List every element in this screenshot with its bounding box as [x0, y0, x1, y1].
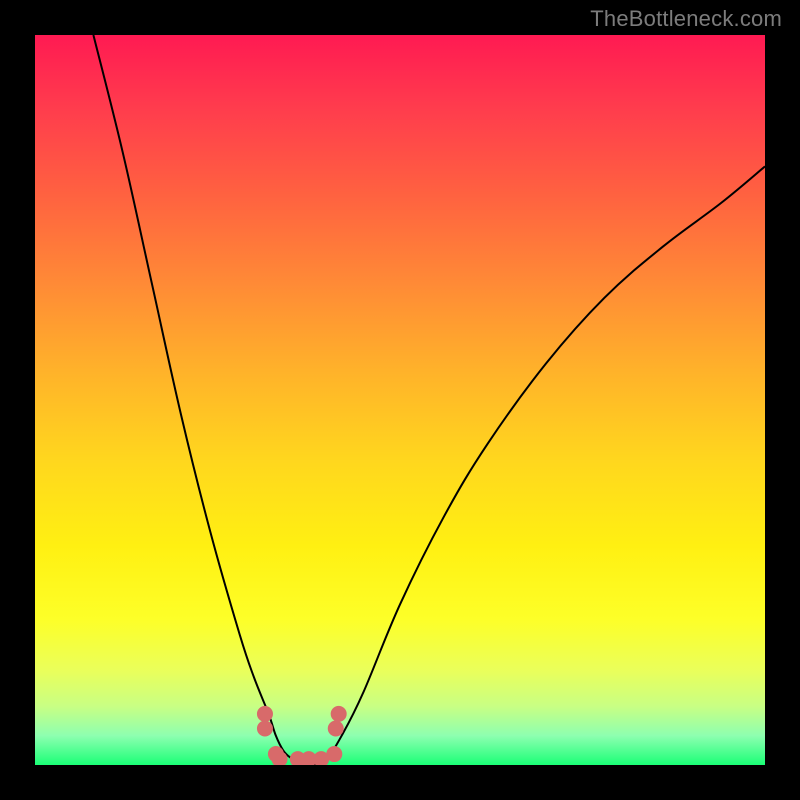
valley-marker [257, 721, 273, 737]
valley-marker [257, 706, 273, 722]
watermark-text: TheBottleneck.com [590, 6, 782, 32]
chart-frame: TheBottleneck.com [0, 0, 800, 800]
valley-marker [326, 746, 342, 762]
valley-marker [331, 706, 347, 722]
valley-marker-group [257, 706, 347, 765]
right-curve [312, 166, 765, 765]
plot-area [35, 35, 765, 765]
valley-marker [328, 721, 344, 737]
left-curve [93, 35, 312, 765]
chart-svg [35, 35, 765, 765]
